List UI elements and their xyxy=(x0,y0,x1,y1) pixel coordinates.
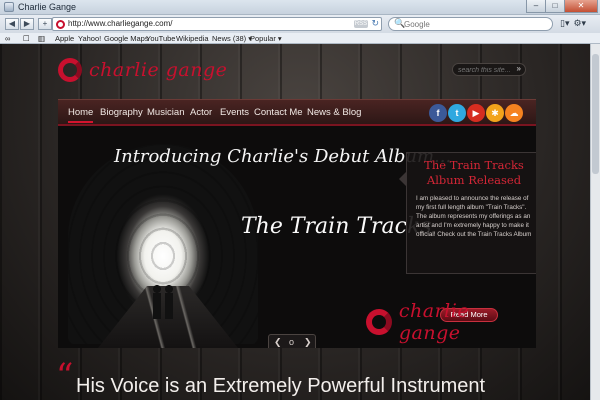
bookmark-popular[interactable]: Popular ▾ xyxy=(250,34,282,43)
bookmark-youtube[interactable]: YouTube xyxy=(146,34,175,43)
couple-silhouette xyxy=(150,284,176,320)
reading-glasses-icon[interactable]: ∞ xyxy=(5,34,10,43)
facebook-icon[interactable]: f xyxy=(429,104,447,122)
quote-mark-icon: “ xyxy=(56,356,74,396)
browser-search-input[interactable] xyxy=(404,19,544,30)
hero-logo-text: charlie gange xyxy=(398,300,470,344)
maximize-button[interactable]: □ xyxy=(545,0,565,13)
nav-actor[interactable]: Actor xyxy=(190,107,212,118)
browser-toolbar: ◀ ▶ + http://www.charliegange.com/ RSS ↻… xyxy=(0,15,600,33)
address-bar[interactable]: http://www.charliegange.com/ RSS ↻ xyxy=(52,17,382,31)
promo-body: I am pleased to announce the release of … xyxy=(416,195,532,238)
back-button[interactable]: ◀ xyxy=(5,18,19,30)
nav-contact-me[interactable]: Contact Me xyxy=(254,107,303,118)
bookmark-yahoo[interactable]: Yahoo! xyxy=(78,34,101,43)
slider-next-icon[interactable]: ❯ xyxy=(304,337,312,348)
address-url[interactable]: http://www.charliegange.com/ xyxy=(68,19,173,28)
rss-icon[interactable]: RSS xyxy=(354,20,368,28)
close-button[interactable]: ✕ xyxy=(564,0,598,13)
hero-logo: charlie gange xyxy=(366,300,536,344)
hero-slideshow: Introducing Charlie's Debut Album... The… xyxy=(58,126,536,348)
reload-icon[interactable]: ↻ xyxy=(371,18,379,29)
site-search[interactable]: » xyxy=(452,63,526,76)
hero-title: Introducing Charlie's Debut Album... xyxy=(114,146,452,167)
page-scrollbar[interactable] xyxy=(590,44,600,400)
nav-news-blog[interactable]: News & Blog xyxy=(307,107,361,118)
slider-controls: ❮ o ❯ xyxy=(268,334,316,348)
hero-logo-ring-icon xyxy=(366,309,392,335)
bookmarks-book-icon[interactable]: ☐ xyxy=(23,34,30,43)
window-title: Charlie Gange xyxy=(18,2,77,12)
bookmark-news[interactable]: News (38) ▾ xyxy=(212,34,252,43)
youtube-icon[interactable]: ▶ xyxy=(467,104,485,122)
site-search-input[interactable] xyxy=(458,65,514,75)
site-logo[interactable]: charlie gange xyxy=(58,58,227,82)
logo-text: charlie gange xyxy=(89,59,228,81)
promo-panel: The Train Tracks Album Released I am ple… xyxy=(399,152,536,274)
top-sites-grid-icon[interactable]: ▥ xyxy=(38,34,45,43)
logo-ring-icon xyxy=(58,58,82,82)
slider-prev-icon[interactable]: ❮ xyxy=(274,337,282,348)
gear-icon[interactable]: ⚙▾ xyxy=(573,18,586,29)
app-icon xyxy=(4,2,14,12)
tagline: His Voice is an Extremely Powerful Instr… xyxy=(76,375,486,397)
add-bookmark-button[interactable]: + xyxy=(38,18,52,30)
promo-arrow xyxy=(399,171,407,187)
scrollbar-thumb[interactable] xyxy=(592,54,599,174)
page-menu-icon[interactable]: ▯▾ xyxy=(560,18,569,29)
bookmark-apple[interactable]: Apple xyxy=(55,34,74,43)
site-favicon-icon xyxy=(56,20,65,29)
main-nav: Home Biography Musician Actor Events Con… xyxy=(58,99,536,126)
promo-heading: The Train Tracks Album Released xyxy=(424,158,524,187)
minimize-button[interactable]: – xyxy=(526,0,546,13)
soundcloud-icon[interactable]: ☁ xyxy=(505,104,523,122)
window-title-bar: Charlie Gange – □ ✕ xyxy=(0,0,600,15)
forward-button[interactable]: ▶ xyxy=(20,18,34,30)
slider-dot[interactable]: o xyxy=(289,337,294,347)
nav-musician[interactable]: Musician xyxy=(147,107,185,118)
bookmark-wikipedia[interactable]: Wikipedia xyxy=(176,34,209,43)
twitter-icon[interactable]: t xyxy=(448,104,466,122)
bookmarks-bar: ∞ ☐ ▥ Apple Yahoo! Google Maps YouTube W… xyxy=(0,33,600,44)
browser-search-box[interactable]: 🔍 xyxy=(388,17,553,31)
myspace-icon[interactable]: ✱ xyxy=(486,104,504,122)
nav-events[interactable]: Events xyxy=(220,107,249,118)
nav-biography[interactable]: Biography xyxy=(100,107,143,118)
web-page: charlie gange » Home Biography Musician … xyxy=(0,44,600,400)
site-search-submit-icon[interactable]: » xyxy=(517,64,521,73)
bookmark-google-maps[interactable]: Google Maps xyxy=(104,34,149,43)
nav-home[interactable]: Home xyxy=(68,107,94,123)
album-title: The Train Tracks xyxy=(241,214,432,239)
